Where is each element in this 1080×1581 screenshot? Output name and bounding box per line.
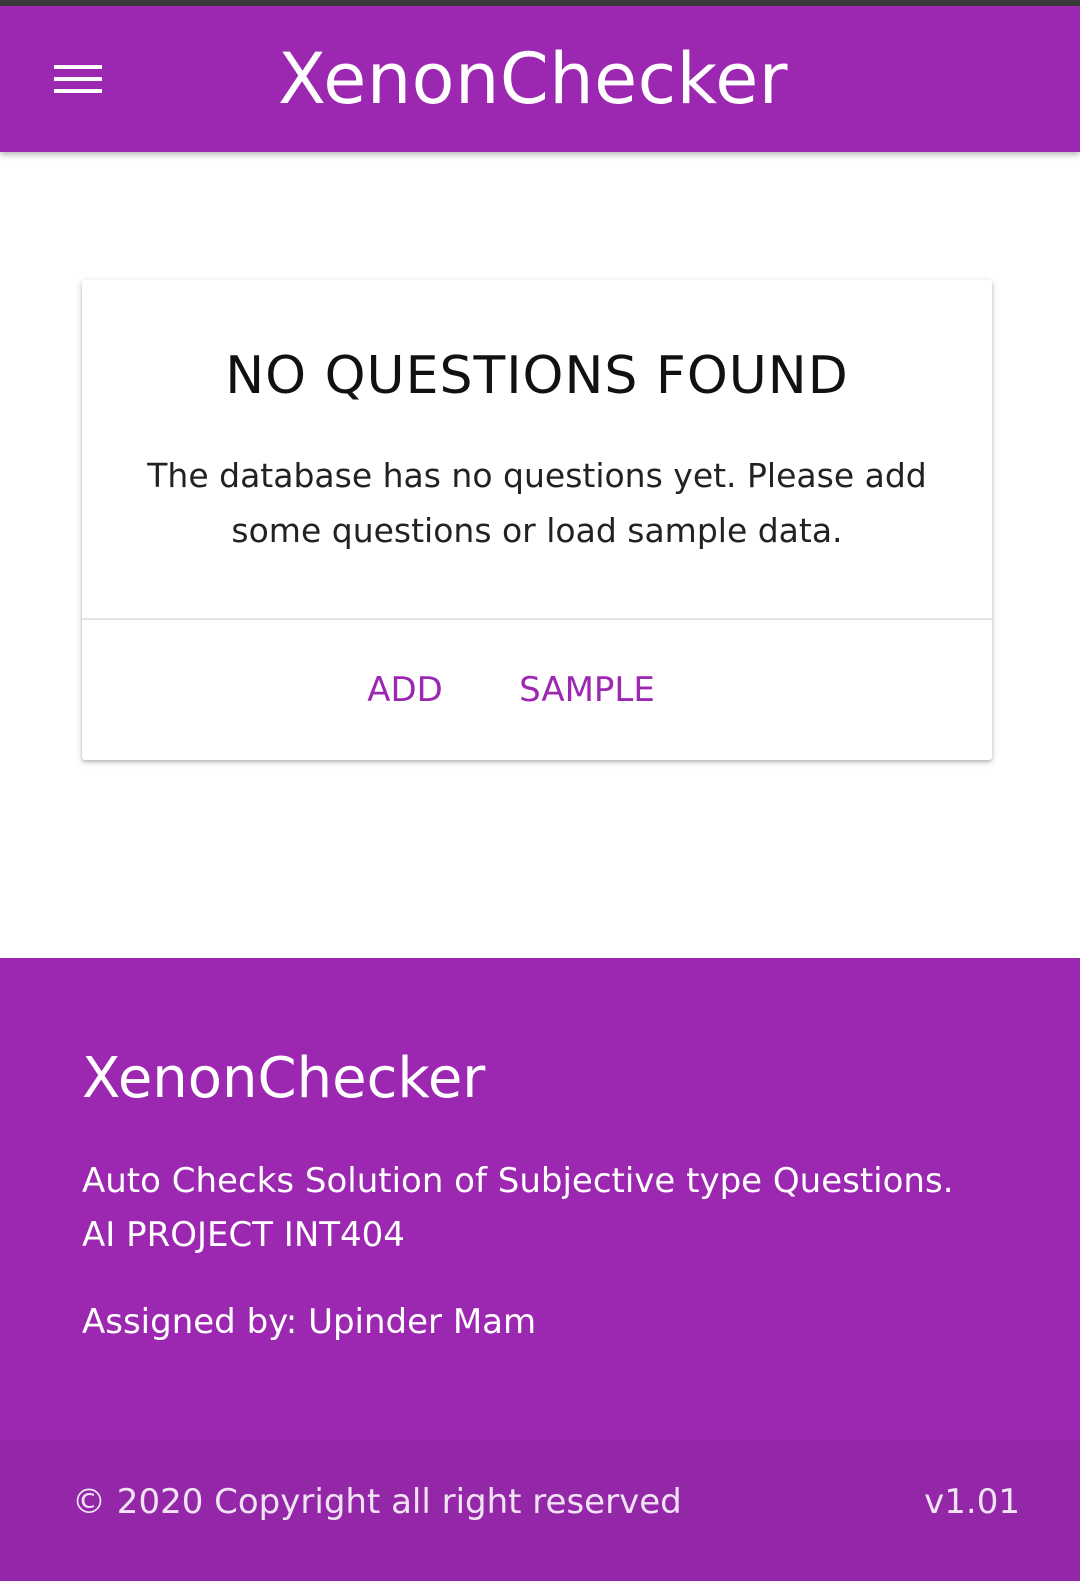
hamburger-menu-icon[interactable] — [54, 62, 102, 96]
page-footer: XenonChecker Auto Checks Solution of Sub… — [0, 958, 1080, 1440]
no-questions-card: NO QUESTIONS FOUND The database has no q… — [82, 280, 992, 760]
app-bar: XenonChecker — [0, 6, 1080, 152]
footer-description-line1: Auto Checks Solution of Subjective type … — [82, 1161, 954, 1201]
card-title: NO QUESTIONS FOUND — [225, 346, 849, 406]
card-actions: ADD SAMPLE — [82, 620, 992, 760]
sample-button[interactable]: SAMPLE — [502, 664, 672, 716]
menu-button[interactable] — [40, 44, 116, 114]
footer-title: XenonChecker — [82, 1046, 486, 1111]
footer-description: Auto Checks Solution of Subjective type … — [82, 1154, 1022, 1262]
footer-description-line2: AI PROJECT INT404 — [82, 1215, 405, 1255]
app-title: XenonChecker — [277, 38, 789, 120]
card-message: The database has no questions yet. Pleas… — [147, 456, 927, 550]
copyright-text: © 2020 Copyright all right reserved — [72, 1482, 682, 1522]
copyright-bar: © 2020 Copyright all right reserved v1.0… — [0, 1440, 1080, 1581]
version-label: v1.01 — [924, 1482, 1020, 1522]
card-content: NO QUESTIONS FOUND The database has no q… — [82, 280, 992, 620]
add-button[interactable]: ADD — [352, 664, 458, 716]
footer-assigned-by: Assigned by: Upinder Mam — [82, 1302, 537, 1342]
